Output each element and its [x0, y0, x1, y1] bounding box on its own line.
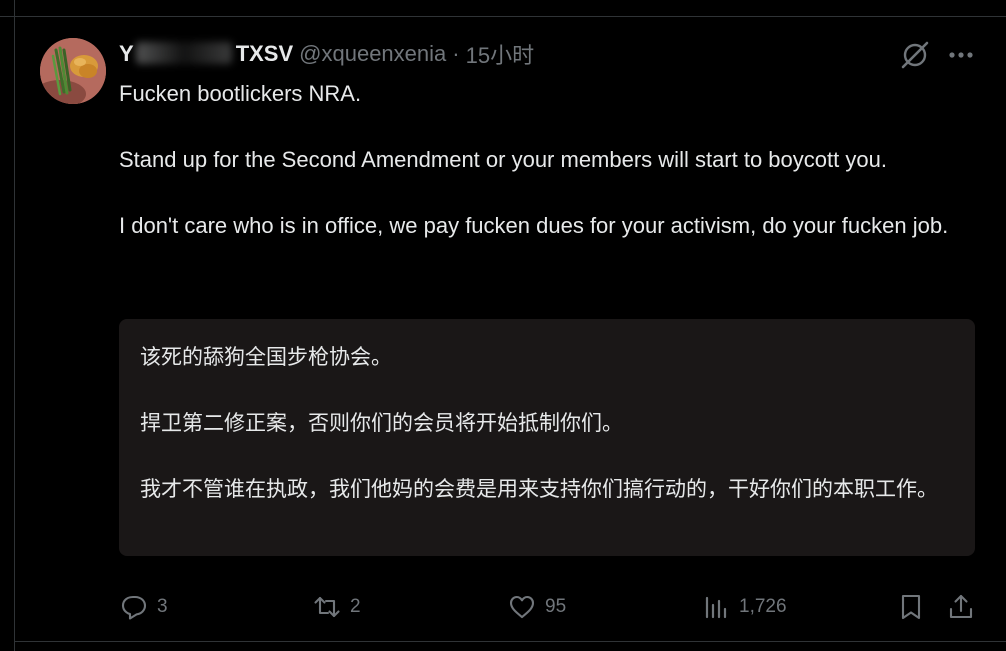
post-header: Y TXSV @xqueenxenia · 15小时 [119, 37, 534, 71]
repost-button[interactable]: 2 [312, 589, 361, 625]
action-bar: 3 2 95 1,726 [119, 589, 979, 625]
post-paragraph: Fucken bootlickers NRA. [119, 81, 362, 106]
redacted-name-blur [135, 42, 232, 64]
avatar-image [40, 38, 106, 104]
grok-icon[interactable] [899, 39, 931, 71]
avatar[interactable] [40, 38, 106, 104]
translation-box: 该死的舔狗全国步枪协会。 捍卫第二修正案，否则你们的会员将开始抵制你们。 我才不… [119, 319, 975, 556]
translation-paragraph: 捍卫第二修正案，否则你们的会员将开始抵制你们。 [140, 411, 623, 435]
post-body: Fucken bootlickers NRA. Stand up for the… [119, 77, 979, 242]
more-icon[interactable] [945, 39, 977, 71]
views-button[interactable]: 1,726 [703, 589, 787, 625]
heart-icon [507, 592, 537, 622]
reply-count: 3 [157, 596, 168, 617]
repost-count: 2 [350, 596, 361, 617]
views-icon [703, 592, 731, 622]
share-button[interactable] [946, 589, 976, 625]
reply-icon [119, 592, 149, 622]
reply-button[interactable]: 3 [119, 589, 168, 625]
post-paragraph: Stand up for the Second Amendment or you… [119, 147, 887, 172]
repost-icon [312, 592, 342, 622]
translation-text: 该死的舔狗全国步枪协会。 捍卫第二修正案，否则你们的会员将开始抵制你们。 我才不… [140, 341, 940, 506]
translation-paragraph: 我才不管谁在执政，我们他妈的会费是用来支持你们搞行动的，干好你们的本职工作。 [140, 477, 938, 501]
translation-paragraph: 该死的舔狗全国步枪协会。 [140, 345, 392, 369]
post-paragraph: I don't care who is in office, we pay fu… [119, 213, 949, 238]
like-count: 95 [545, 596, 567, 617]
display-name[interactable]: Y TXSV [119, 41, 293, 67]
user-handle[interactable]: @xqueenxenia [299, 41, 446, 67]
post[interactable]: Y TXSV @xqueenxenia · 15小时 Fucken bootlic… [15, 17, 1006, 641]
share-icon [946, 592, 976, 622]
bookmark-icon [896, 592, 926, 622]
post-timestamp[interactable]: 15小时 [466, 38, 534, 70]
separator-dot: · [452, 41, 460, 66]
bookmark-button[interactable] [896, 589, 926, 625]
bottom-divider [14, 641, 1006, 642]
views-count: 1,726 [739, 596, 787, 617]
like-button[interactable]: 95 [507, 589, 566, 625]
